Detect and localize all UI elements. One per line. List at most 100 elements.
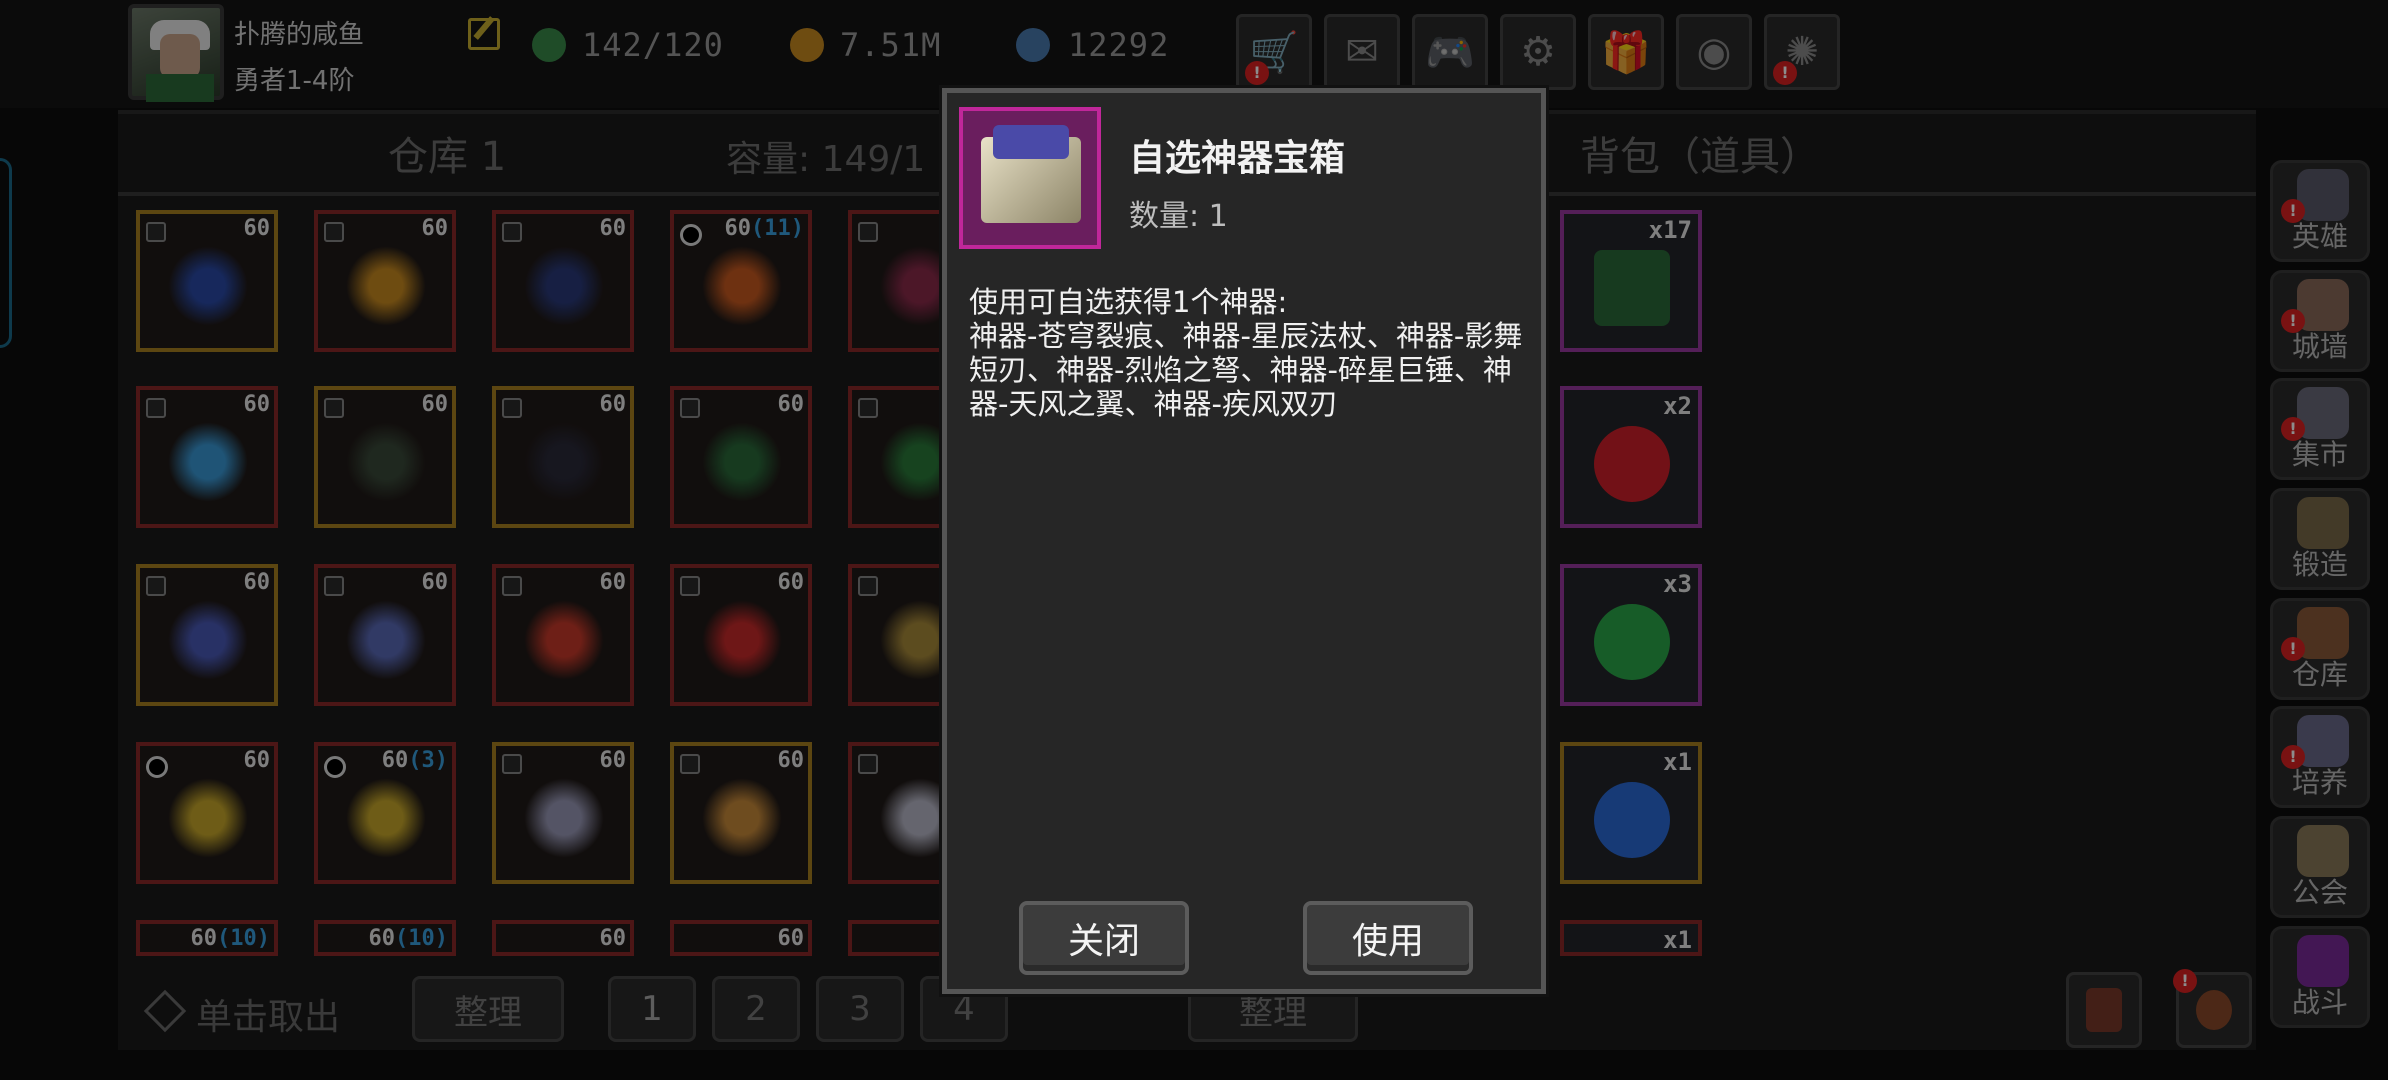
- warehouse-slot[interactable]: 60(11): [670, 210, 812, 352]
- slot-flag-icon: [324, 398, 344, 418]
- necklace-icon: [702, 246, 782, 326]
- gift-button[interactable]: 🎁: [1588, 14, 1664, 90]
- fireworks-button[interactable]: ✺ !: [1764, 14, 1840, 90]
- gamepad-icon: 🎮: [1425, 29, 1475, 76]
- warehouse-slot[interactable]: 60(3): [314, 742, 456, 884]
- item-level: 60: [777, 392, 805, 417]
- warehouse-sort-button[interactable]: 整理: [412, 976, 564, 1042]
- page-1-button[interactable]: 1: [608, 976, 696, 1042]
- item-level: 60: [599, 216, 627, 241]
- slot-flag-icon: [324, 576, 344, 596]
- item-count: x1: [1663, 926, 1692, 954]
- warehouse-slot[interactable]: 60: [314, 386, 456, 528]
- warehouse-slot[interactable]: 60(10): [314, 920, 456, 956]
- warehouse-slot[interactable]: 60: [670, 742, 812, 884]
- item-level: 60: [599, 570, 627, 595]
- warehouse-slot[interactable]: 60: [136, 210, 278, 352]
- warehouse-slot[interactable]: 60: [492, 742, 634, 884]
- item-level: 60: [777, 570, 805, 595]
- armor-filter-button[interactable]: [2066, 972, 2142, 1048]
- bag-item-icon: [1594, 426, 1670, 502]
- warehouse-slot[interactable]: 60: [136, 564, 278, 706]
- mail-icon: ✉: [1345, 29, 1379, 75]
- bag-item-icon: [1594, 782, 1670, 858]
- potion-filter-button[interactable]: !: [2173, 969, 2252, 1048]
- side-nav-item[interactable]: 集市!: [2270, 378, 2370, 480]
- slot-flag-icon: [680, 576, 700, 596]
- item-level: 60: [777, 926, 805, 951]
- dagger-icon: [702, 778, 782, 858]
- aperture-icon: ◉: [1696, 29, 1732, 75]
- slot-flag-icon: [502, 576, 522, 596]
- item-detail-dialog: 自选神器宝箱 数量: 1 使用可自选获得1个神器: 神器-苍穹裂痕、神器-星辰法…: [942, 88, 1546, 994]
- take-out-label[interactable]: 单击取出: [196, 988, 340, 1040]
- player-avatar[interactable]: [128, 4, 224, 102]
- boots-icon: [346, 246, 426, 326]
- aperture-button[interactable]: ◉: [1676, 14, 1752, 90]
- alert-badge: !: [2281, 637, 2305, 661]
- potion-icon: [2196, 990, 2232, 1030]
- warehouse-slot[interactable]: 60: [314, 564, 456, 706]
- settings-button[interactable]: ⚙: [1500, 14, 1576, 90]
- shop-cart-button[interactable]: 🛒 !: [1236, 14, 1312, 90]
- item-sub-count: (3): [408, 748, 448, 773]
- gamepad-button[interactable]: 🎮: [1412, 14, 1488, 90]
- warehouse-slot[interactable]: 60(10): [136, 920, 278, 956]
- bag-slot[interactable]: x1: [1560, 920, 1702, 956]
- bag-slot[interactable]: x17: [1560, 210, 1702, 352]
- bag-slot[interactable]: x1: [1560, 742, 1702, 884]
- edit-name-icon[interactable]: [468, 18, 500, 50]
- side-nav-item[interactable]: 培养!: [2270, 706, 2370, 808]
- mail-button[interactable]: ✉: [1324, 14, 1400, 90]
- left-edge-tab[interactable]: [0, 158, 12, 348]
- gem-icon: [1016, 28, 1050, 62]
- axe-icon: [168, 600, 248, 680]
- use-button[interactable]: 使用: [1303, 901, 1473, 975]
- slot-flag-icon: [502, 222, 522, 242]
- item-level: 60: [421, 216, 449, 241]
- item-level: 60(11): [724, 216, 804, 241]
- slot-flag-icon: [858, 754, 878, 774]
- warehouse-title: 仓库 1: [388, 134, 507, 180]
- warehouse-slot[interactable]: 60: [314, 210, 456, 352]
- bag-item-icon: [1594, 250, 1670, 326]
- item-description: 使用可自选获得1个神器: 神器-苍穹裂痕、神器-星辰法杖、神器-影舞短刃、神器-…: [969, 285, 1523, 421]
- lock-amulet-icon: [168, 246, 248, 326]
- axe2-icon: [346, 600, 426, 680]
- warehouse-slot[interactable]: 60: [136, 386, 278, 528]
- warehouse-slot[interactable]: 60: [492, 920, 634, 956]
- gold-value: 7.51M: [840, 26, 942, 64]
- item-level: 60: [243, 748, 271, 773]
- warehouse-slot[interactable]: 60: [492, 564, 634, 706]
- bag-item-icon: [1594, 604, 1670, 680]
- page-3-button[interactable]: 3: [816, 976, 904, 1042]
- warehouse-slot[interactable]: 60: [670, 920, 812, 956]
- bag-slot[interactable]: x2: [1560, 386, 1702, 528]
- warehouse-slot[interactable]: 60: [492, 210, 634, 352]
- scepter-icon: [346, 778, 426, 858]
- warehouse-slot[interactable]: 60: [670, 386, 812, 528]
- item-level: 60: [599, 748, 627, 773]
- warehouse-capacity: 容量: 149/1: [726, 139, 926, 180]
- side-nav-item[interactable]: 公会: [2270, 816, 2370, 918]
- item-level: 60: [599, 926, 627, 951]
- bag-slot[interactable]: x3: [1560, 564, 1702, 706]
- alert-badge: !: [2281, 309, 2305, 333]
- gear-icon: ⚙: [1520, 29, 1556, 75]
- pants-icon: [524, 246, 604, 326]
- page-2-button[interactable]: 2: [712, 976, 800, 1042]
- side-nav-item[interactable]: 城墙!: [2270, 270, 2370, 372]
- side-nav-icon: [2297, 935, 2349, 987]
- side-nav-item[interactable]: 仓库!: [2270, 598, 2370, 700]
- warehouse-slot[interactable]: 60: [136, 742, 278, 884]
- warehouse-slot[interactable]: 60: [492, 386, 634, 528]
- side-nav-item[interactable]: 锻造: [2270, 488, 2370, 590]
- gold-icon: [790, 28, 824, 62]
- side-nav-item[interactable]: 英雄!: [2270, 160, 2370, 262]
- close-button[interactable]: 关闭: [1019, 901, 1189, 975]
- warehouse-slot[interactable]: 60: [670, 564, 812, 706]
- slot-flag-icon: [680, 754, 700, 774]
- energy-icon: [532, 28, 566, 62]
- side-nav-item[interactable]: 战斗: [2270, 926, 2370, 1028]
- item-title: 自选神器宝箱: [1129, 138, 1346, 179]
